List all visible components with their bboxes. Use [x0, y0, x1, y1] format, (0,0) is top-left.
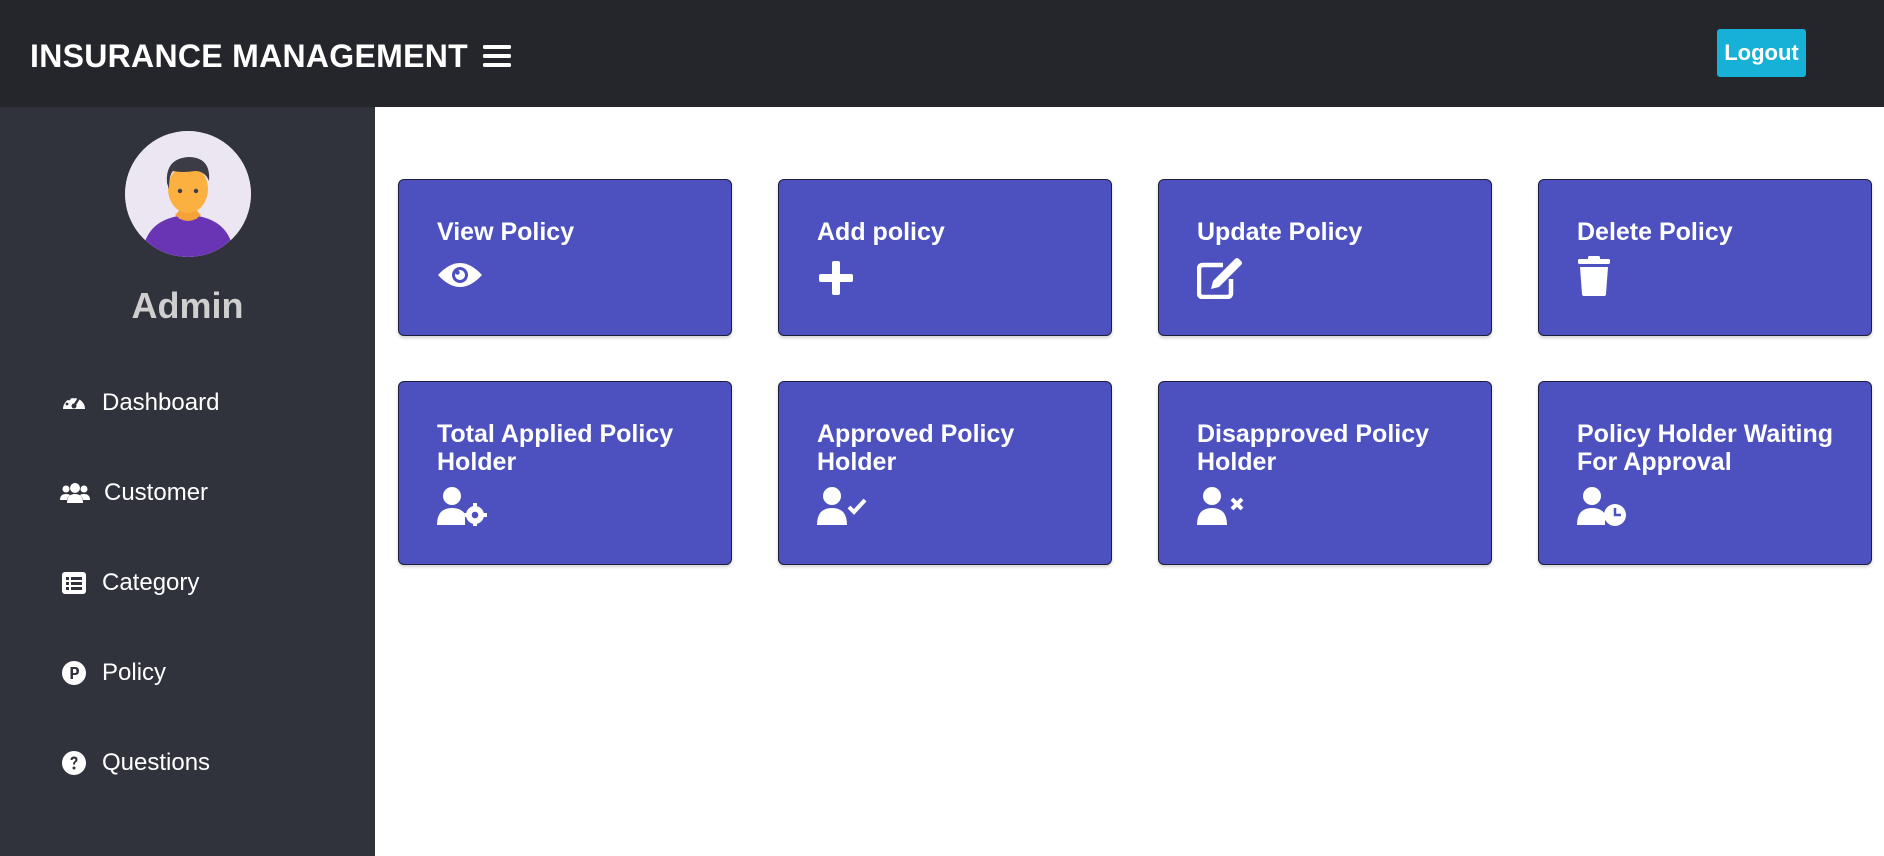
sidebar-item-label: Dashboard	[102, 389, 220, 416]
card-update-policy[interactable]: Update Policy	[1158, 179, 1492, 336]
sidebar-item-label: Category	[102, 569, 200, 596]
logout-button[interactable]: Logout	[1717, 29, 1806, 77]
card-policy-holder-waiting-for-approval[interactable]: Policy Holder Waiting For Approval	[1538, 381, 1872, 565]
card-title: Total Applied Policy Holder	[437, 420, 674, 476]
sidebar-item-category[interactable]: Category	[60, 563, 199, 603]
trash-icon	[1577, 256, 1611, 301]
user-role: Admin	[131, 285, 244, 326]
card-title: Disapproved Policy Holder	[1197, 420, 1430, 476]
app-title: INSURANCE MANAGEMENT	[30, 37, 468, 74]
top-navbar: INSURANCE MANAGEMENT Logout	[0, 0, 1884, 107]
tachometer-icon	[60, 389, 88, 417]
card-title: Delete Policy	[1577, 218, 1733, 246]
card-view-policy[interactable]: View Policy	[398, 179, 732, 336]
sidebar-item-label: Policy	[102, 659, 167, 686]
user-x-icon	[1197, 486, 1249, 531]
brand: INSURANCE MANAGEMENT	[30, 36, 512, 76]
card-total-applied-policy-holder[interactable]: Total Applied Policy Holder	[398, 381, 732, 565]
user-gear-icon	[437, 486, 489, 531]
card-title: Policy Holder Waiting For Approval	[1577, 420, 1834, 476]
user-check-icon	[817, 486, 869, 531]
sidebar-item-dashboard[interactable]: Dashboard	[60, 383, 219, 423]
policy-p-icon	[60, 659, 88, 687]
user-clock-icon	[1577, 486, 1629, 531]
hamburger-icon[interactable]	[482, 43, 512, 69]
card-title: Add policy	[817, 218, 945, 246]
eye-icon	[437, 259, 483, 296]
sidebar: Admin Dashboard Customer Category Policy…	[0, 107, 375, 856]
sidebar-item-questions[interactable]: Questions	[60, 743, 210, 783]
question-circle-icon	[60, 749, 88, 777]
sidebar-item-policy[interactable]: Policy	[60, 653, 166, 693]
edit-icon	[1196, 257, 1243, 304]
sidebar-item-label: Questions	[102, 749, 211, 776]
card-approved-policy-holder[interactable]: Approved Policy Holder	[778, 381, 1112, 565]
plus-icon	[817, 259, 855, 302]
sidebar-item-label: Customer	[104, 479, 209, 506]
avatar	[125, 131, 251, 257]
card-disapproved-policy-holder[interactable]: Disapproved Policy Holder	[1158, 381, 1492, 565]
card-title: Update Policy	[1197, 218, 1363, 246]
card-add-policy[interactable]: Add policy	[778, 179, 1112, 336]
users-icon	[60, 479, 90, 507]
sidebar-item-customer[interactable]: Customer	[60, 473, 208, 513]
card-title: View Policy	[437, 218, 575, 246]
card-delete-policy[interactable]: Delete Policy	[1538, 179, 1872, 336]
card-title: Approved Policy Holder	[817, 420, 1015, 476]
list-icon	[60, 569, 88, 597]
